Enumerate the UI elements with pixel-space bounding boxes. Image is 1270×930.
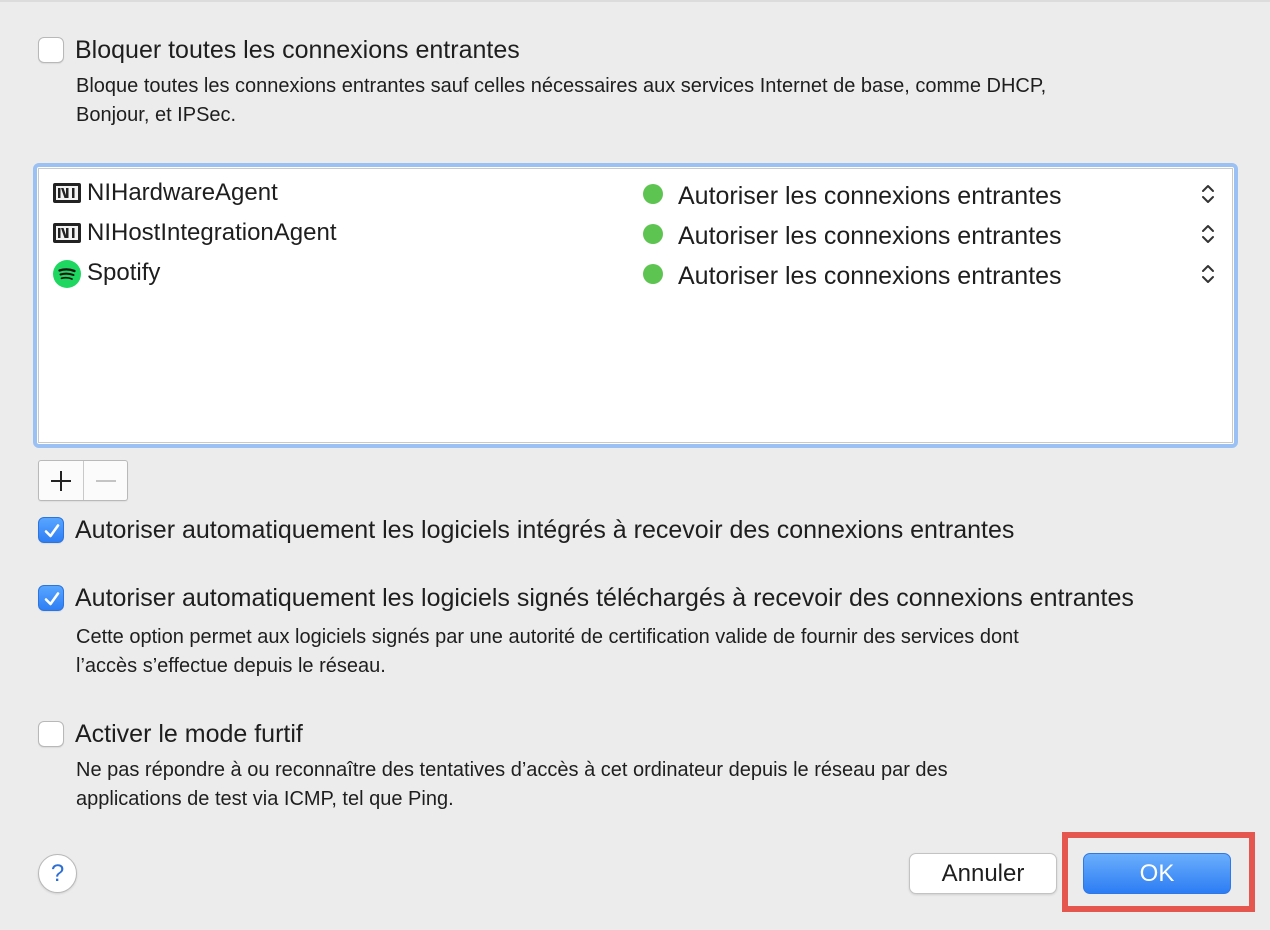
stealth-mode-label: Activer le mode furtif	[75, 720, 303, 748]
block-all-description: Bloque toutes les connexions entrantes s…	[76, 72, 1046, 130]
window-top-border	[0, 0, 1270, 2]
auto-builtin-checkbox[interactable]	[38, 517, 64, 543]
chevron-updown-icon[interactable]	[1201, 222, 1215, 246]
checkmark-icon	[44, 592, 60, 606]
native-instruments-icon	[53, 223, 81, 243]
app-name: NIHardwareAgent	[87, 179, 278, 206]
status-popup-label[interactable]: Autoriser les connexions entrantes	[678, 261, 1062, 291]
plus-icon	[51, 471, 71, 491]
list-add-remove-control	[38, 460, 128, 501]
app-row-nihostintegrationagent[interactable]: NIHostIntegrationAgent Autoriser les con…	[39, 213, 1232, 253]
app-name: NIHostIntegrationAgent	[87, 219, 337, 246]
app-name: Spotify	[87, 259, 161, 286]
chevron-updown-icon[interactable]	[1201, 182, 1215, 206]
minus-icon	[96, 480, 116, 482]
status-popup-label[interactable]: Autoriser les connexions entrantes	[678, 181, 1062, 211]
auto-signed-description: Cette option permet aux logiciels signés…	[76, 623, 1019, 681]
app-row-spotify[interactable]: Spotify Autoriser les connexions entrant…	[39, 253, 1232, 293]
native-instruments-icon	[53, 183, 81, 203]
status-dot	[643, 264, 663, 284]
auto-signed-label: Autoriser automatiquement les logiciels …	[75, 584, 1134, 612]
stealth-mode-description-line: Ne pas répondre à ou reconnaître des ten…	[76, 759, 948, 781]
ok-button[interactable]: OK	[1083, 853, 1231, 894]
auto-signed-description-line: Cette option permet aux logiciels signés…	[76, 626, 1019, 648]
stealth-mode-description-line: applications de test via ICMP, tel que P…	[76, 788, 454, 810]
app-list[interactable]: NIHardwareAgent Autoriser les connexions…	[33, 163, 1238, 448]
stealth-mode-checkbox[interactable]	[38, 721, 64, 747]
auto-builtin-label: Autoriser automatiquement les logiciels …	[75, 516, 1015, 544]
help-button[interactable]: ?	[38, 854, 77, 893]
app-list-content: NIHardwareAgent Autoriser les connexions…	[38, 168, 1233, 443]
stealth-mode-description: Ne pas répondre à ou reconnaître des ten…	[76, 756, 948, 814]
auto-signed-checkbox[interactable]	[38, 585, 64, 611]
block-all-description-line: Bloque toutes les connexions entrantes s…	[76, 75, 1047, 97]
status-popup-label[interactable]: Autoriser les connexions entrantes	[678, 221, 1062, 251]
block-all-checkbox[interactable]	[38, 37, 64, 63]
app-row-nihardwareagent[interactable]: NIHardwareAgent Autoriser les connexions…	[39, 173, 1232, 213]
block-all-label: Bloquer toutes les connexions entrantes	[75, 36, 520, 64]
add-app-button[interactable]	[39, 461, 84, 500]
status-dot	[643, 184, 663, 204]
chevron-updown-icon[interactable]	[1201, 262, 1215, 286]
status-dot	[643, 224, 663, 244]
spotify-icon	[53, 260, 81, 288]
remove-app-button[interactable]	[84, 461, 128, 500]
auto-signed-description-line: l’accès s’effectue depuis le réseau.	[76, 655, 386, 677]
cancel-button[interactable]: Annuler	[909, 853, 1057, 894]
checkmark-icon	[44, 524, 60, 538]
question-mark-icon: ?	[50, 860, 65, 887]
block-all-description-line: Bonjour, et IPSec.	[76, 104, 237, 126]
